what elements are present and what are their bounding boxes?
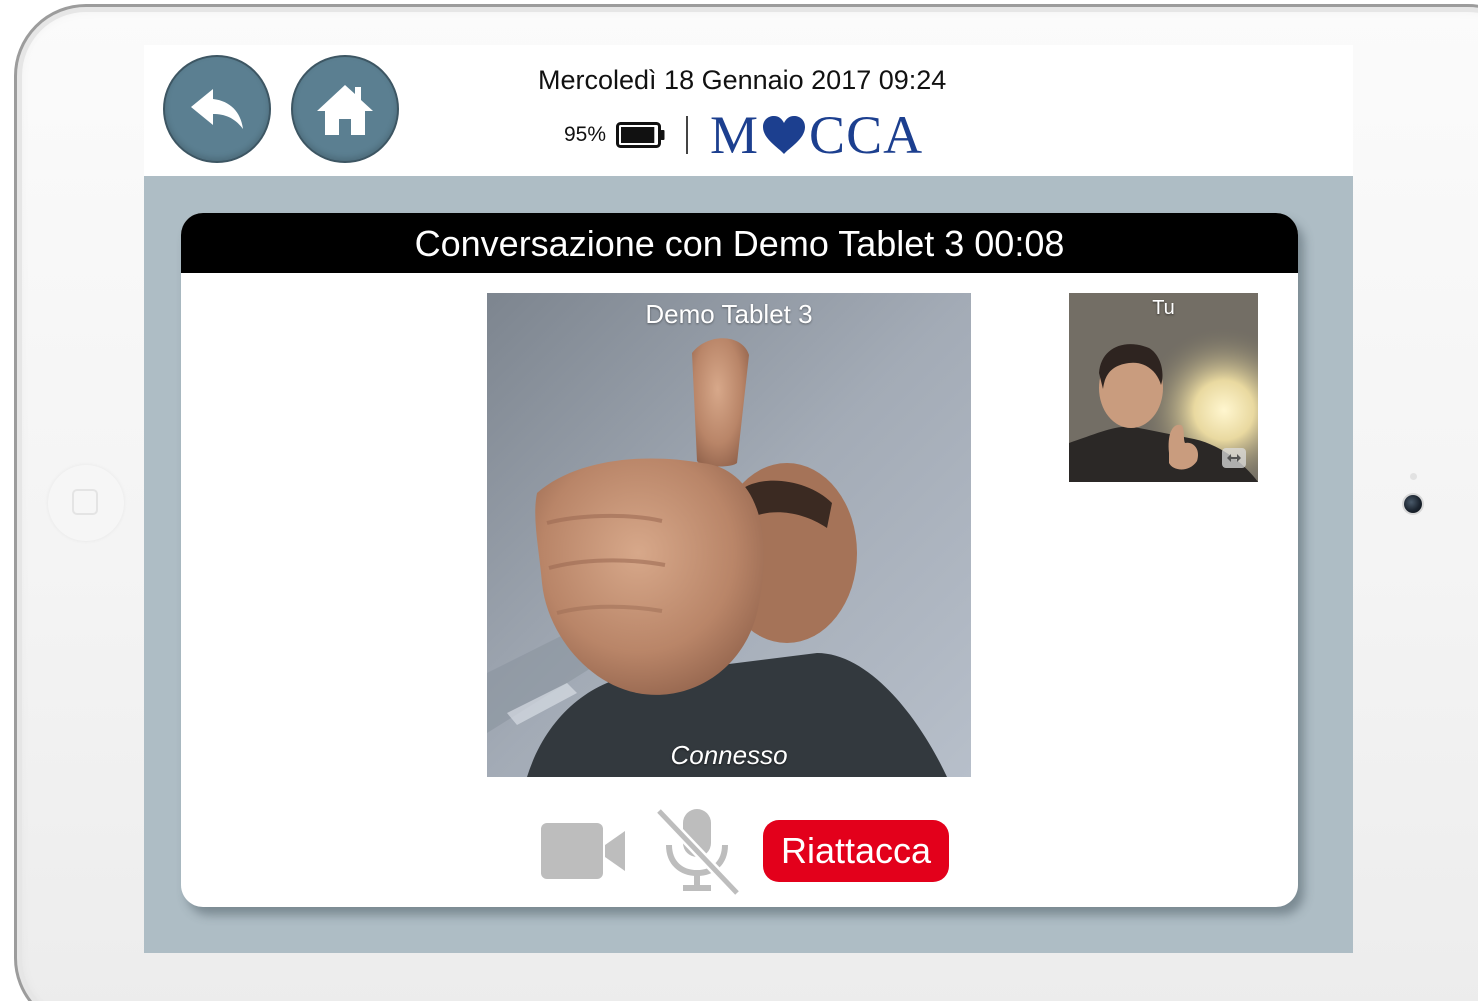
- front-camera-lens: [1404, 495, 1422, 513]
- swap-arrows-glyph: [1227, 454, 1241, 462]
- home-button-square-icon: [72, 489, 98, 515]
- video-camera-icon[interactable]: [539, 821, 629, 881]
- hang-up-button[interactable]: Riattacca: [763, 820, 949, 882]
- connection-status: Connesso: [670, 740, 788, 770]
- battery-fill: [621, 127, 655, 143]
- tablet-frame: Mercoledì 18 Gennaio 2017 09:24 95% M CC…: [0, 0, 1478, 1001]
- back-arrow-icon: [191, 89, 243, 129]
- top-bar: Mercoledì 18 Gennaio 2017 09:24 95% M CC…: [144, 45, 1353, 176]
- self-video-preview[interactable]: Tu: [1069, 293, 1258, 482]
- battery-icon: [616, 122, 665, 148]
- self-video-label: Tu: [1152, 297, 1175, 319]
- date-time-label: Mercoledì 18 Gennaio 2017 09:24: [538, 65, 947, 95]
- hardware-home-button[interactable]: [48, 465, 124, 541]
- call-controls: Riattacca: [181, 801, 1298, 897]
- remote-video-image: [487, 293, 971, 777]
- light-sensor: [1410, 473, 1417, 480]
- battery-percent: 95%: [564, 123, 607, 146]
- home-icon: [317, 85, 373, 135]
- microphone-muted-icon[interactable]: [653, 805, 743, 897]
- remote-video-feed: Demo Tablet 3 Connesso: [487, 293, 971, 777]
- back-button[interactable]: [163, 55, 271, 163]
- logo-text-left: M: [710, 105, 760, 165]
- call-title: Conversazione con Demo Tablet 3 00:08: [181, 213, 1298, 273]
- app-screen: Mercoledì 18 Gennaio 2017 09:24 95% M CC…: [144, 45, 1353, 953]
- mocca-logo: M CCA: [710, 104, 923, 166]
- logo-text-right: CCA: [809, 105, 924, 165]
- call-panel: Conversazione con Demo Tablet 3 00:08 De…: [181, 213, 1298, 907]
- home-button[interactable]: [291, 55, 399, 163]
- status-row: 95% M CCA: [564, 104, 923, 166]
- remote-participant-name: Demo Tablet 3: [645, 299, 813, 329]
- swap-camera-icon[interactable]: [1222, 448, 1246, 468]
- heart-icon: [763, 116, 806, 154]
- status-divider: [686, 116, 689, 154]
